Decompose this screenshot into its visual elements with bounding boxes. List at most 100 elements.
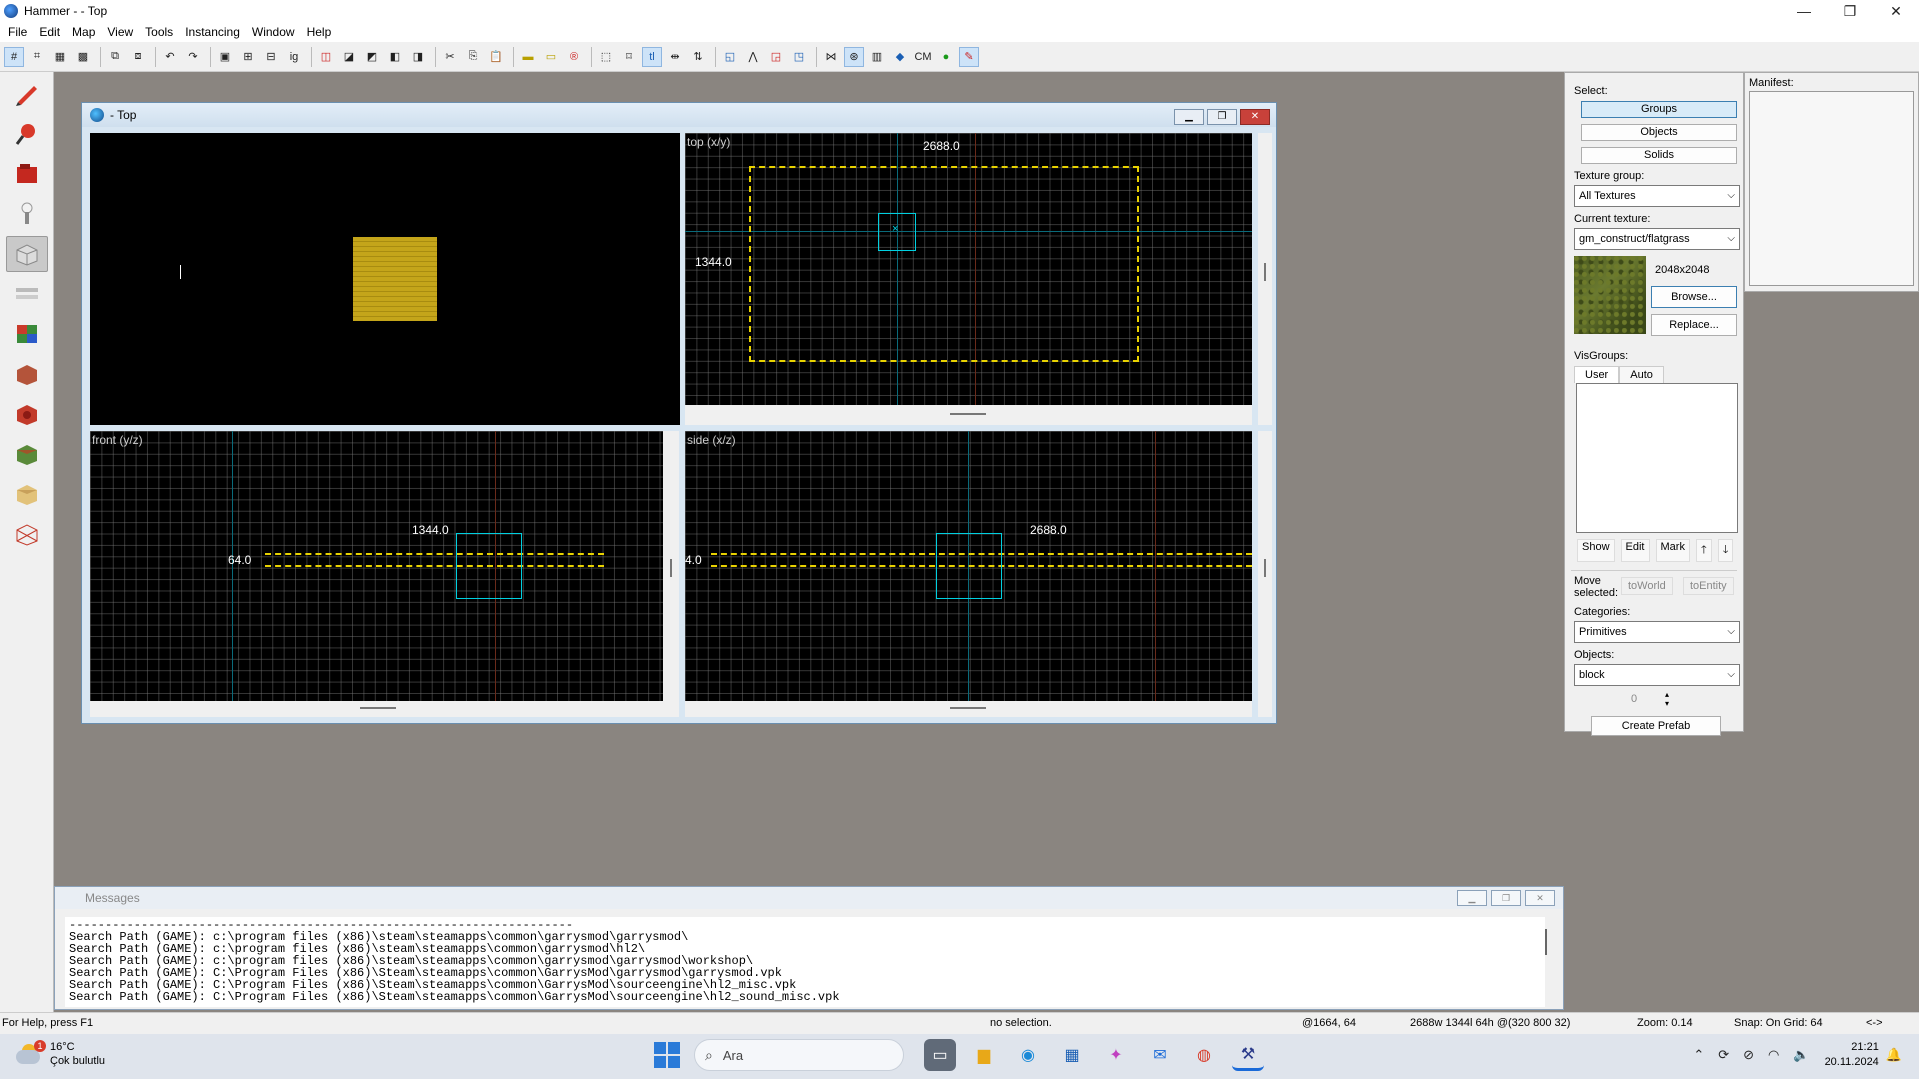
block-tool-icon[interactable] (6, 236, 48, 272)
ungroup-icon[interactable]: ⊟ (261, 47, 281, 67)
to-world-button[interactable]: toWorld (1621, 577, 1673, 595)
replace-button[interactable]: Replace... (1651, 314, 1737, 336)
cordon-icon[interactable]: ▥ (867, 47, 887, 67)
3d-camera-viewport[interactable] (90, 133, 680, 425)
front-view-vscroll[interactable] (663, 431, 679, 717)
move-up-arrow-icon[interactable]: 🡑 (1695, 539, 1712, 562)
map-view-minimize-button[interactable]: ▁ (1174, 109, 1204, 125)
selection-tool-icon[interactable] (6, 76, 48, 112)
menu-window[interactable]: Window (252, 25, 295, 39)
start-button-icon[interactable] (654, 1042, 680, 1068)
group-icon[interactable]: ⊞ (238, 47, 258, 67)
overlay-tool-icon[interactable] (6, 396, 48, 432)
mark-visgroup-button[interactable]: Mark (1655, 539, 1690, 562)
textured-icon[interactable]: ◲ (766, 47, 786, 67)
select-by-handle-icon[interactable]: ⌑ (619, 47, 639, 67)
texture-scale-lock-icon[interactable]: ▭ (541, 47, 561, 67)
camera-tool-icon[interactable] (6, 156, 48, 192)
map-view-close-button[interactable]: ✕ (1240, 109, 1270, 125)
hide-selection-icon[interactable]: ◫ (316, 47, 336, 67)
messages-scroll-grip[interactable] (1545, 929, 1547, 955)
grid-3d-icon[interactable]: ⌗ (27, 47, 47, 67)
flip-icon[interactable]: ⇅ (688, 47, 708, 67)
model-icon[interactable]: ⋈ (821, 47, 841, 67)
top-view-viewport[interactable]: top (x/y) × 2688.0 1344.0 (685, 133, 1252, 405)
texture-lock-icon[interactable]: ▬ (518, 47, 538, 67)
paste-icon[interactable]: 📋 (486, 47, 506, 67)
side-view-viewport[interactable]: side (x/z) 2688.0 4.0 (685, 431, 1252, 701)
draw-icon[interactable]: ✎ (959, 46, 979, 67)
ignore-group-icon[interactable]: ig (284, 47, 304, 67)
sync-icon[interactable]: ⟳ (1718, 1047, 1729, 1063)
spinner-value[interactable]: 0 (1631, 693, 1637, 705)
manifest-list[interactable] (1749, 91, 1914, 286)
selection-box-icon[interactable]: ⬚ (596, 47, 616, 67)
messages-close-button[interactable]: ✕ (1525, 890, 1555, 906)
menu-instancing[interactable]: Instancing (185, 25, 240, 39)
hollow-icon[interactable]: ⧈ (128, 47, 148, 67)
edit-visgroup-button[interactable]: Edit (1620, 539, 1650, 562)
messages-log[interactable]: ----------------------------------------… (65, 917, 1545, 1007)
move-to-visgroup-icon[interactable]: ◧ (385, 47, 405, 67)
map-view-restore-button[interactable]: ❐ (1207, 109, 1237, 125)
tab-user[interactable]: User (1574, 366, 1620, 383)
top-view-scrollbar[interactable] (685, 405, 1252, 425)
visgroups-list[interactable] (1576, 383, 1738, 533)
magnify-tool-icon[interactable] (6, 116, 48, 152)
hammer-taskbar-icon[interactable]: ⚒ (1232, 1039, 1264, 1071)
lightmap-icon[interactable]: ◳ (789, 47, 809, 67)
cm-label-icon[interactable]: CM (913, 47, 933, 67)
polygon-icon[interactable]: ⋀ (743, 47, 763, 67)
weather-widget[interactable]: 1 16°C Çok bulutlu (14, 1040, 105, 1068)
vertical-scrollbar-right[interactable] (1258, 133, 1272, 425)
notification-bell-icon[interactable]: 🔔 (1886, 1047, 1902, 1063)
move-down-arrow-icon[interactable]: 🡓 (1717, 539, 1734, 562)
messages-restore-button[interactable]: ❐ (1491, 890, 1521, 906)
show-all-icon[interactable]: ◪ (339, 47, 359, 67)
texture-preview[interactable] (1574, 256, 1646, 334)
redo-icon[interactable]: ↷ (183, 47, 203, 67)
file-explorer-icon[interactable]: ▆ (968, 1039, 1000, 1071)
categories-select[interactable]: Primitives ⌵ (1574, 621, 1740, 643)
maximize-button[interactable]: ❐ (1827, 0, 1873, 22)
grid-toggle-icon[interactable]: # (4, 46, 24, 67)
chrome-icon[interactable]: ◍ (1188, 1039, 1220, 1071)
menu-file[interactable]: File (8, 25, 27, 39)
messages-minimize-button[interactable]: ▁ (1457, 890, 1487, 906)
edge-browser-icon[interactable]: ◉ (1012, 1039, 1044, 1071)
select-solids-button[interactable]: Solids (1581, 147, 1737, 164)
path-tool-icon[interactable] (6, 516, 48, 552)
snap-icon[interactable]: ⇹ (665, 47, 685, 67)
grid-larger-icon[interactable]: ▩ (73, 47, 93, 67)
task-view-icon[interactable]: ▭ (924, 1039, 956, 1071)
microsoft-store-icon[interactable]: ▦ (1056, 1039, 1088, 1071)
front-view-scrollbar[interactable] (90, 701, 663, 717)
volume-icon[interactable]: 🔈 (1793, 1047, 1809, 1063)
cut-icon[interactable]: ✂ (440, 47, 460, 67)
visgroup-icon[interactable]: ◨ (408, 47, 428, 67)
apply-texture-tool-icon[interactable] (6, 316, 48, 352)
tab-auto[interactable]: Auto (1619, 366, 1664, 383)
select-groups-button[interactable]: Groups (1581, 101, 1737, 118)
create-prefab-button[interactable]: Create Prefab (1591, 716, 1721, 736)
side-view-scrollbar[interactable] (685, 701, 1252, 717)
side-view-vscroll[interactable] (1258, 431, 1272, 717)
vertex-tool-icon[interactable] (6, 476, 48, 512)
to-entity-button[interactable]: toEntity (1683, 577, 1734, 595)
texture-group-select[interactable]: All Textures ⌵ (1574, 185, 1740, 207)
menu-map[interactable]: Map (72, 25, 95, 39)
copilot-icon[interactable]: ✦ (1100, 1039, 1132, 1071)
hide-unselected-icon[interactable]: ◩ (362, 47, 382, 67)
decal-tool-icon[interactable] (6, 356, 48, 392)
current-texture-select[interactable]: gm_construct/flatgrass ⌵ (1574, 228, 1740, 250)
menu-tools[interactable]: Tools (145, 25, 173, 39)
texture-application-tool-icon[interactable] (6, 276, 48, 312)
network-off-icon[interactable]: ⊘ (1743, 1047, 1754, 1063)
carve-icon[interactable]: ⧉ (105, 47, 125, 67)
show-hidden-icons-icon[interactable]: ⌃ (1693, 1047, 1704, 1063)
wireframe-icon[interactable]: ◱ (720, 47, 740, 67)
grid-smaller-icon[interactable]: ▦ (50, 47, 70, 67)
taskbar-search[interactable]: ⌕ Ara (694, 1039, 904, 1071)
show-visgroup-button[interactable]: Show (1577, 539, 1615, 562)
helper-icon[interactable]: ⊛ (844, 46, 864, 67)
